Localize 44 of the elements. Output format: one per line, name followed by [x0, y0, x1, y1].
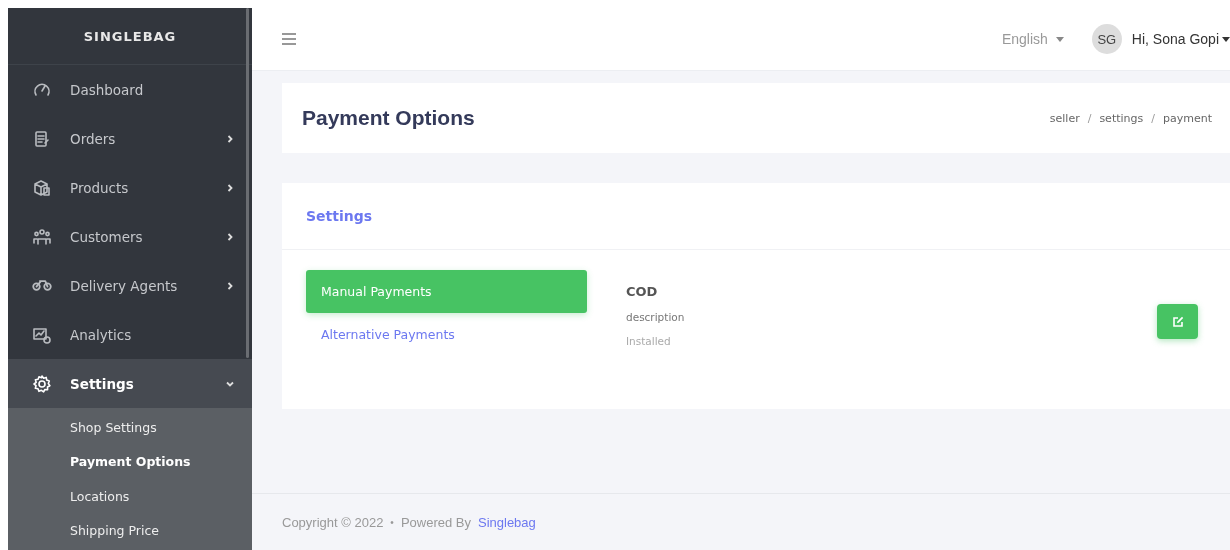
chevron-right-icon [226, 134, 234, 143]
sidebar-item[interactable]: Settings [8, 359, 252, 408]
payment-tab[interactable]: Alternative Payments [306, 313, 587, 356]
edit-button[interactable] [1157, 304, 1198, 339]
powered-by-text: Powered By [400, 514, 471, 530]
sidebar-item[interactable]: Products [8, 163, 252, 212]
method-name: COD [626, 284, 659, 299]
breadcrumb-separator: / [1150, 111, 1156, 125]
clipboard-icon [32, 128, 52, 149]
people-icon [32, 226, 52, 247]
submenu-item[interactable]: Shipping Price [8, 513, 252, 548]
footer-link[interactable]: Singlebag [477, 514, 536, 530]
motorbike-icon [32, 280, 52, 291]
boxes-icon [32, 177, 52, 198]
submenu-item[interactable]: Shop Settings [8, 410, 252, 445]
chevron-right-icon [226, 183, 234, 192]
sidebar-item[interactable]: Customers [8, 212, 252, 261]
separator-dot: • [390, 516, 394, 528]
chevron-right-icon [226, 232, 234, 241]
menu-icon [282, 33, 296, 45]
copyright-text: Copyright © 2022 [282, 514, 384, 530]
page-title: Payment Options [302, 106, 475, 130]
user-menu[interactable]: Hi, Sona Gopi [1131, 31, 1230, 47]
gear-icon [32, 373, 52, 394]
method-description: description [626, 311, 686, 323]
avatar: SG [1091, 24, 1122, 54]
card-title: Settings [306, 208, 373, 224]
breadcrumb-item[interactable]: payment [1163, 111, 1212, 125]
edit-icon [1171, 315, 1184, 328]
chevron-down-icon [226, 379, 234, 388]
caret-icon [1222, 36, 1230, 42]
sidebar-item[interactable]: Analytics [8, 310, 252, 359]
sidebar-item[interactable]: Dashboard [8, 65, 252, 114]
submenu-item[interactable]: Payment Options [8, 444, 252, 479]
method-status: Installed [626, 335, 672, 347]
sidebar-item[interactable]: Orders [8, 114, 252, 163]
caret-icon [1055, 36, 1064, 42]
brand-name: SINGLEBAG [83, 28, 177, 44]
sidebar-item[interactable]: Delivery Agents [8, 261, 252, 310]
breadcrumb-item[interactable]: seller [1049, 111, 1080, 125]
submenu-item[interactable]: Locations [8, 479, 252, 514]
chevron-right-icon [226, 281, 234, 290]
breadcrumb-item[interactable]: settings [1099, 111, 1144, 125]
breadcrumb-separator: / [1086, 111, 1093, 125]
